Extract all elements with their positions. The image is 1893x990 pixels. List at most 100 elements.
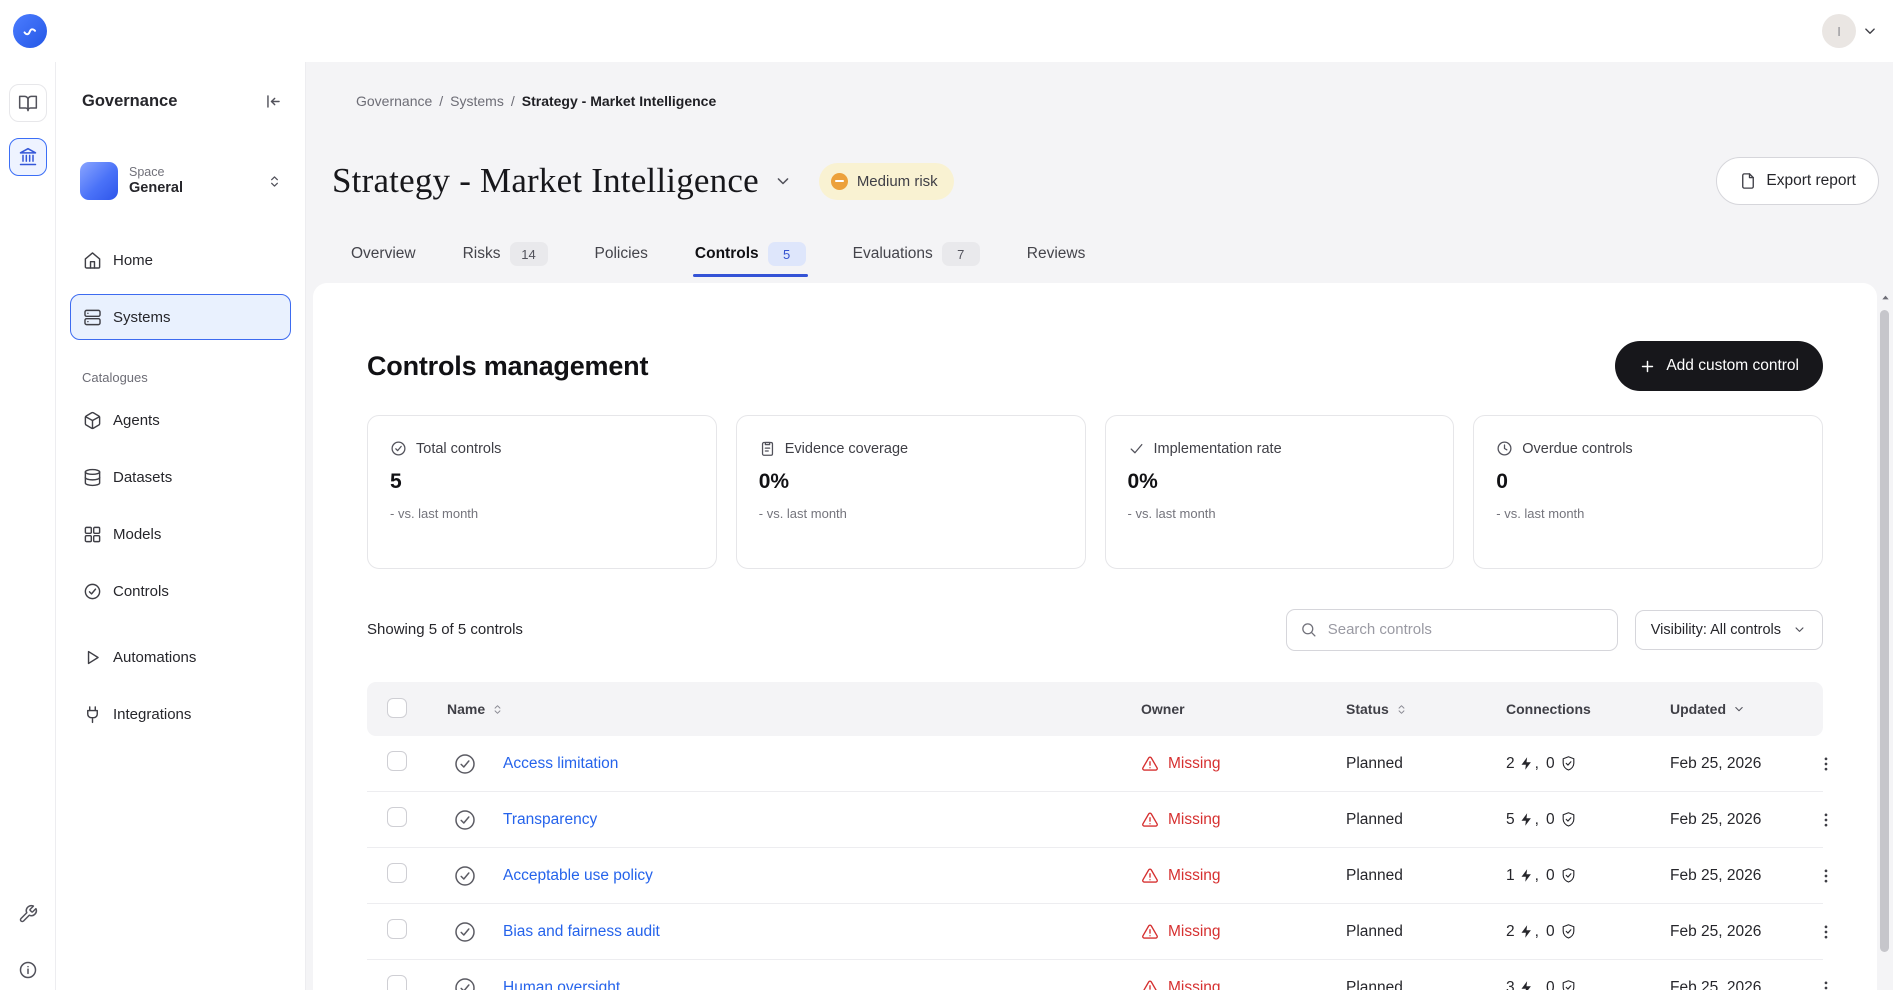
stat-label: Total controls bbox=[416, 441, 501, 457]
sidebar-item-home[interactable]: Home bbox=[70, 237, 291, 283]
row-checkbox[interactable] bbox=[387, 751, 407, 771]
connections-value: 2 , 0 bbox=[1506, 923, 1670, 941]
owner-missing-label: Missing bbox=[1168, 979, 1221, 990]
collapse-sidebar-button[interactable] bbox=[264, 92, 283, 111]
tab-risks[interactable]: Risks 14 bbox=[463, 225, 548, 283]
home-icon bbox=[83, 251, 102, 270]
shield-check-icon bbox=[1560, 811, 1577, 828]
row-checkbox[interactable] bbox=[387, 919, 407, 939]
main-area: Governance / Systems / Strategy - Market… bbox=[306, 62, 1893, 990]
breadcrumb-governance[interactable]: Governance bbox=[356, 93, 432, 109]
control-name-link[interactable]: Bias and fairness audit bbox=[503, 923, 660, 941]
updated-value: Feb 25, 2026 bbox=[1670, 811, 1813, 829]
breadcrumb-systems[interactable]: Systems bbox=[450, 93, 504, 109]
stat-delta: - vs. last month bbox=[1128, 506, 1432, 521]
user-menu-chevron-icon[interactable] bbox=[1861, 22, 1879, 40]
owner-missing-label: Missing bbox=[1168, 811, 1221, 829]
table-row: Bias and fairness audit Missing Planned … bbox=[367, 904, 1823, 960]
landmark-icon bbox=[18, 147, 38, 167]
tab-evaluations[interactable]: Evaluations 7 bbox=[853, 225, 980, 283]
space-selector[interactable]: Space General bbox=[70, 154, 291, 208]
updated-value: Feb 25, 2026 bbox=[1670, 755, 1813, 773]
row-menu-button[interactable] bbox=[1813, 861, 1839, 891]
row-menu-button[interactable] bbox=[1813, 973, 1839, 990]
control-name-link[interactable]: Access limitation bbox=[503, 755, 618, 773]
scrollbar-thumb[interactable] bbox=[1880, 310, 1889, 952]
control-name-link[interactable]: Human oversight bbox=[503, 979, 620, 990]
info-icon bbox=[18, 960, 38, 980]
shield-check-icon bbox=[1560, 979, 1577, 990]
row-menu-button[interactable] bbox=[1813, 805, 1839, 835]
table-row: Acceptable use policy Missing Planned 1 … bbox=[367, 848, 1823, 904]
header-updated[interactable]: Updated bbox=[1670, 701, 1813, 717]
sidebar-item-agents[interactable]: Agents bbox=[70, 397, 291, 443]
title-chevron-button[interactable] bbox=[773, 171, 793, 191]
sidebar-item-datasets[interactable]: Datasets bbox=[70, 454, 291, 500]
control-check-icon bbox=[453, 920, 477, 944]
tab-label: Policies bbox=[595, 245, 648, 263]
row-menu-button[interactable] bbox=[1813, 917, 1839, 947]
table-row: Access limitation Missing Planned 2 , 0 bbox=[367, 736, 1823, 792]
check-icon bbox=[1128, 440, 1145, 457]
bolt-icon bbox=[1519, 756, 1534, 771]
search-input[interactable] bbox=[1326, 620, 1604, 639]
sidebar-nav: Home Systems Catalogues Agents Datasets … bbox=[70, 237, 291, 737]
select-all-checkbox[interactable] bbox=[387, 698, 407, 718]
sort-icon bbox=[491, 703, 504, 716]
sidebar-item-label: Home bbox=[113, 252, 153, 269]
export-report-button[interactable]: Export report bbox=[1716, 157, 1879, 205]
automation-count: 1 bbox=[1506, 867, 1515, 885]
sidebar-item-automations[interactable]: Automations bbox=[70, 634, 291, 680]
control-name-link[interactable]: Acceptable use policy bbox=[503, 867, 653, 885]
card-header: Controls management Add custom control bbox=[367, 341, 1823, 391]
sidebar-item-controls[interactable]: Controls bbox=[70, 568, 291, 614]
tab-policies[interactable]: Policies bbox=[595, 225, 648, 283]
sidebar-item-integrations[interactable]: Integrations bbox=[70, 691, 291, 737]
row-checkbox[interactable] bbox=[387, 975, 407, 990]
main-header: Governance / Systems / Strategy - Market… bbox=[306, 62, 1893, 283]
breadcrumb-current: Strategy - Market Intelligence bbox=[522, 93, 717, 109]
connections-separator: , bbox=[1535, 867, 1539, 885]
bolt-icon bbox=[1519, 812, 1534, 827]
bolt-icon bbox=[1519, 980, 1534, 990]
owner-missing-label: Missing bbox=[1168, 867, 1221, 885]
header-status[interactable]: Status bbox=[1346, 701, 1506, 717]
collapse-left-icon bbox=[264, 92, 283, 111]
sidebar-item-systems[interactable]: Systems bbox=[70, 294, 291, 340]
sidebar-item-models[interactable]: Models bbox=[70, 511, 291, 557]
tab-controls[interactable]: Controls 5 bbox=[695, 225, 806, 283]
tab-overview[interactable]: Overview bbox=[351, 225, 416, 283]
breadcrumb-separator: / bbox=[439, 93, 443, 109]
warning-triangle-icon bbox=[1141, 923, 1159, 941]
plug-icon bbox=[83, 705, 102, 724]
info-button[interactable] bbox=[18, 960, 38, 980]
add-custom-control-button[interactable]: Add custom control bbox=[1615, 341, 1823, 391]
tab-label: Evaluations bbox=[853, 245, 933, 263]
tab-reviews[interactable]: Reviews bbox=[1027, 225, 1086, 283]
row-checkbox[interactable] bbox=[387, 863, 407, 883]
sidebar-item-label: Datasets bbox=[113, 469, 172, 486]
scroll-up-arrow[interactable] bbox=[1877, 292, 1893, 303]
visibility-filter-button[interactable]: Visibility: All controls bbox=[1635, 610, 1823, 650]
breadcrumb: Governance / Systems / Strategy - Market… bbox=[356, 93, 1879, 109]
governance-rail-button[interactable] bbox=[9, 138, 47, 176]
connections-value: 5 , 0 bbox=[1506, 811, 1670, 829]
app-logo[interactable] bbox=[13, 14, 47, 48]
row-menu-button[interactable] bbox=[1813, 749, 1839, 779]
space-avatar bbox=[80, 162, 118, 200]
policy-count: 0 bbox=[1546, 923, 1555, 941]
stat-value: 5 bbox=[390, 470, 694, 494]
control-name-link[interactable]: Transparency bbox=[503, 811, 597, 829]
row-checkbox[interactable] bbox=[387, 807, 407, 827]
controls-card: Controls management Add custom control T… bbox=[313, 283, 1877, 990]
topbar: I bbox=[0, 0, 1893, 62]
tools-button[interactable] bbox=[18, 904, 38, 924]
updated-value: Feb 25, 2026 bbox=[1670, 979, 1813, 990]
automation-count: 5 bbox=[1506, 811, 1515, 829]
user-avatar[interactable]: I bbox=[1822, 14, 1856, 48]
tab-label: Risks bbox=[463, 245, 501, 263]
header-name[interactable]: Name bbox=[447, 701, 1141, 717]
sidebar-item-label: Systems bbox=[113, 309, 171, 326]
library-rail-button[interactable] bbox=[9, 84, 47, 122]
visibility-filter-label: Visibility: All controls bbox=[1651, 622, 1781, 638]
